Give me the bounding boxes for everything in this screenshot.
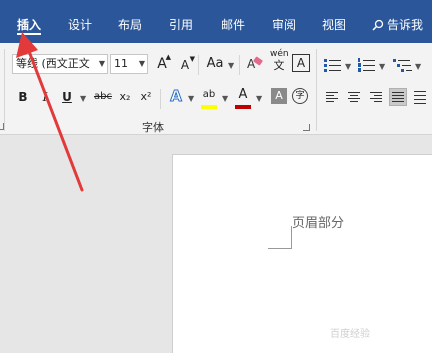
word-window: 插入 设计 布局 引用 邮件 审阅 视图 告诉我 等线 (西文正文 ▼ 11 ▼ A… — [0, 0, 432, 353]
annotation-arrow — [16, 32, 84, 192]
